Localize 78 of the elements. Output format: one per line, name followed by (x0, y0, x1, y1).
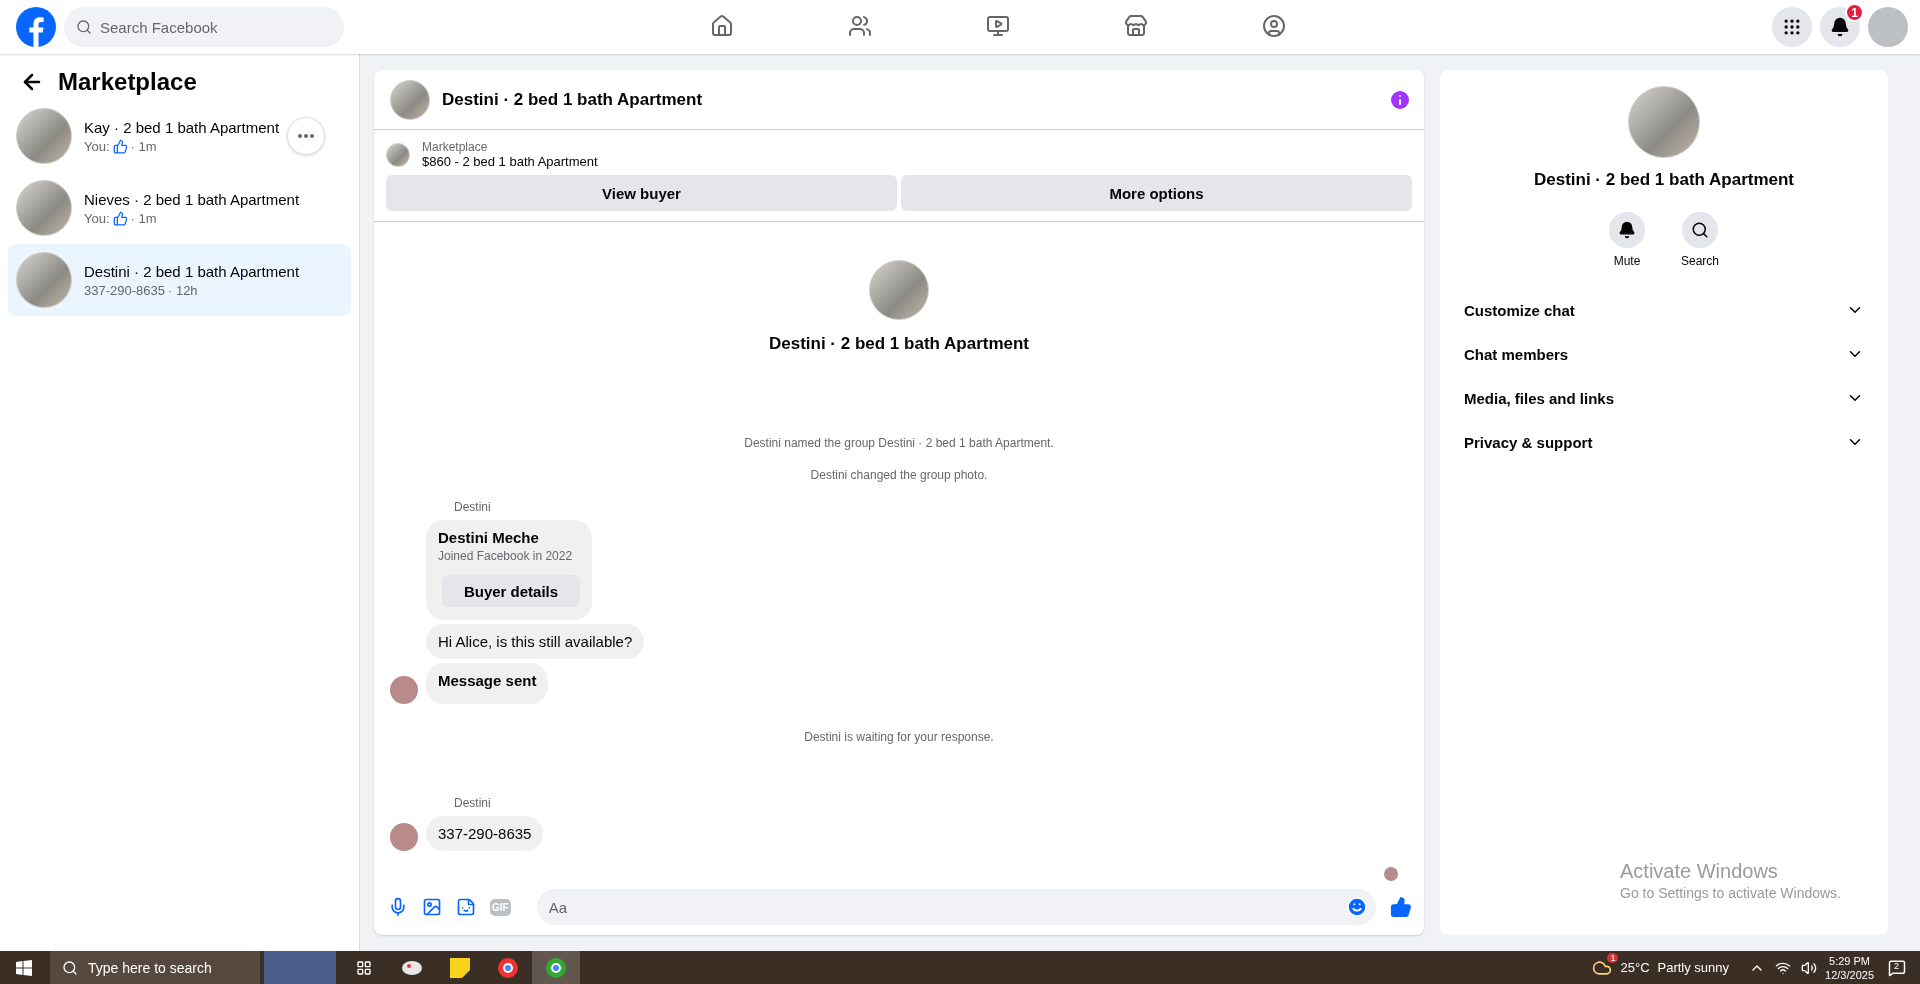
notification-count: 2 (1893, 960, 1900, 971)
weather-text: Partly sunny (1657, 960, 1730, 975)
notification-center-icon[interactable] (1888, 958, 1906, 977)
weather-badge: 1 (1607, 952, 1619, 963)
system-message: Destini changed the group photo. (809, 468, 989, 482)
search-icon (62, 959, 78, 976)
photo-placeholder (386, 142, 410, 167)
activation-title: Activate Windows (1620, 860, 1779, 883)
browser-icon[interactable] (532, 951, 580, 984)
sticker-icon[interactable] (456, 897, 476, 917)
section-toggle[interactable]: Media, files and links (1452, 376, 1876, 420)
photo-placeholder (16, 252, 72, 308)
listing-label: Marketplace (422, 140, 489, 154)
image-icon[interactable] (422, 897, 442, 917)
emoji-icon[interactable] (1346, 896, 1368, 918)
clock-date: 12/3/2025 (1825, 967, 1874, 982)
buyer-name: Destini Meche (438, 529, 540, 546)
conversation-title: Destini · 2 bed 1 bath Apartment (84, 262, 300, 280)
conversation-name: Destini · 2 bed 1 bath Apartment (1533, 170, 1795, 190)
menu-button[interactable] (1772, 7, 1812, 47)
conversation-title: Kay · 2 bed 1 bath Apartment (84, 118, 280, 136)
message-bubble: 337-290-8635 (426, 816, 544, 851)
photo-placeholder (264, 951, 336, 984)
conversation-item[interactable]: Kay · 2 bed 1 bath Apartment You: · 1m (8, 100, 351, 172)
message-input[interactable]: Aa (536, 889, 1376, 925)
marketplace-icon (1124, 13, 1148, 38)
seen-avatar (1384, 867, 1398, 881)
group-title: Destini · 2 bed 1 bath Apartment (768, 334, 1030, 354)
conversation-time: · 1m (130, 210, 157, 226)
activation-text: Go to Settings to activate Windows. (1620, 885, 1841, 901)
photo-placeholder (390, 79, 430, 120)
listing-name: $860 - 2 bed 1 bath Apartment (422, 154, 598, 169)
volume-icon[interactable] (1801, 959, 1818, 976)
page-title: Marketplace (58, 68, 197, 96)
conversation-time: · 1m (130, 138, 157, 154)
chat-title: Destini · 2 bed 1 bath Apartment (442, 89, 704, 110)
search-icon (76, 19, 92, 35)
video-icon (986, 13, 1010, 38)
conversation-preview: You: (84, 138, 110, 154)
action-button[interactable]: More options (901, 175, 1412, 211)
status-message: Destini is waiting for your response. (803, 730, 995, 744)
groups-icon (1262, 13, 1286, 38)
conversation-item[interactable]: Nieves · 2 bed 1 bath Apartment You: · 1m (8, 172, 351, 244)
conversation-preview: 337-290-8635 (84, 282, 165, 298)
notifications-button[interactable]: 1 (1820, 7, 1860, 47)
photo-placeholder (16, 108, 72, 164)
photo-placeholder (16, 180, 72, 236)
sender-name: Destini (454, 500, 492, 514)
section-toggle[interactable]: Privacy & support (1452, 420, 1876, 464)
conversation-time: · 12h (167, 282, 198, 298)
search-field[interactable]: Search Facebook (64, 7, 344, 47)
section-toggle[interactable]: Chat members (1452, 332, 1876, 376)
system-message: Destini named the group Destini · 2 bed 1 bath Apartment. (743, 436, 1055, 450)
temperature: 25°C (1620, 960, 1650, 975)
friends-icon (848, 13, 872, 38)
more-icon (298, 134, 314, 138)
search-icon (1691, 221, 1709, 239)
microphone-icon[interactable] (388, 897, 408, 917)
conversation-preview: You: (84, 210, 110, 226)
sender-name: Destini (454, 796, 492, 810)
join-date: Joined Facebook in 2022 (438, 549, 574, 563)
notification-badge: 1 (1845, 3, 1864, 22)
section-toggle[interactable]: Customize chat (1452, 288, 1876, 332)
clock-time: 5:29 PM (1829, 953, 1870, 968)
taskbar-search-field[interactable]: Type here to search (50, 951, 260, 984)
message-bubble: Message sent (426, 663, 549, 704)
message-bubble: Hi Alice, is this still available? (426, 624, 645, 659)
conversation-title: Nieves · 2 bed 1 bath Apartment (84, 190, 300, 208)
conversation-item[interactable]: Destini · 2 bed 1 bath Apartment 337-290-8635 · 12h (8, 244, 351, 316)
bell-icon (1618, 221, 1636, 239)
more-button[interactable] (287, 117, 325, 155)
bell-icon (1830, 17, 1850, 37)
grid-icon (1782, 17, 1802, 37)
home-icon (710, 13, 734, 38)
like-icon[interactable] (1390, 896, 1412, 918)
action-button[interactable]: View buyer (386, 175, 897, 211)
buyer-details-button[interactable]: Buyer details (442, 575, 580, 607)
logo-icon[interactable] (16, 7, 56, 47)
